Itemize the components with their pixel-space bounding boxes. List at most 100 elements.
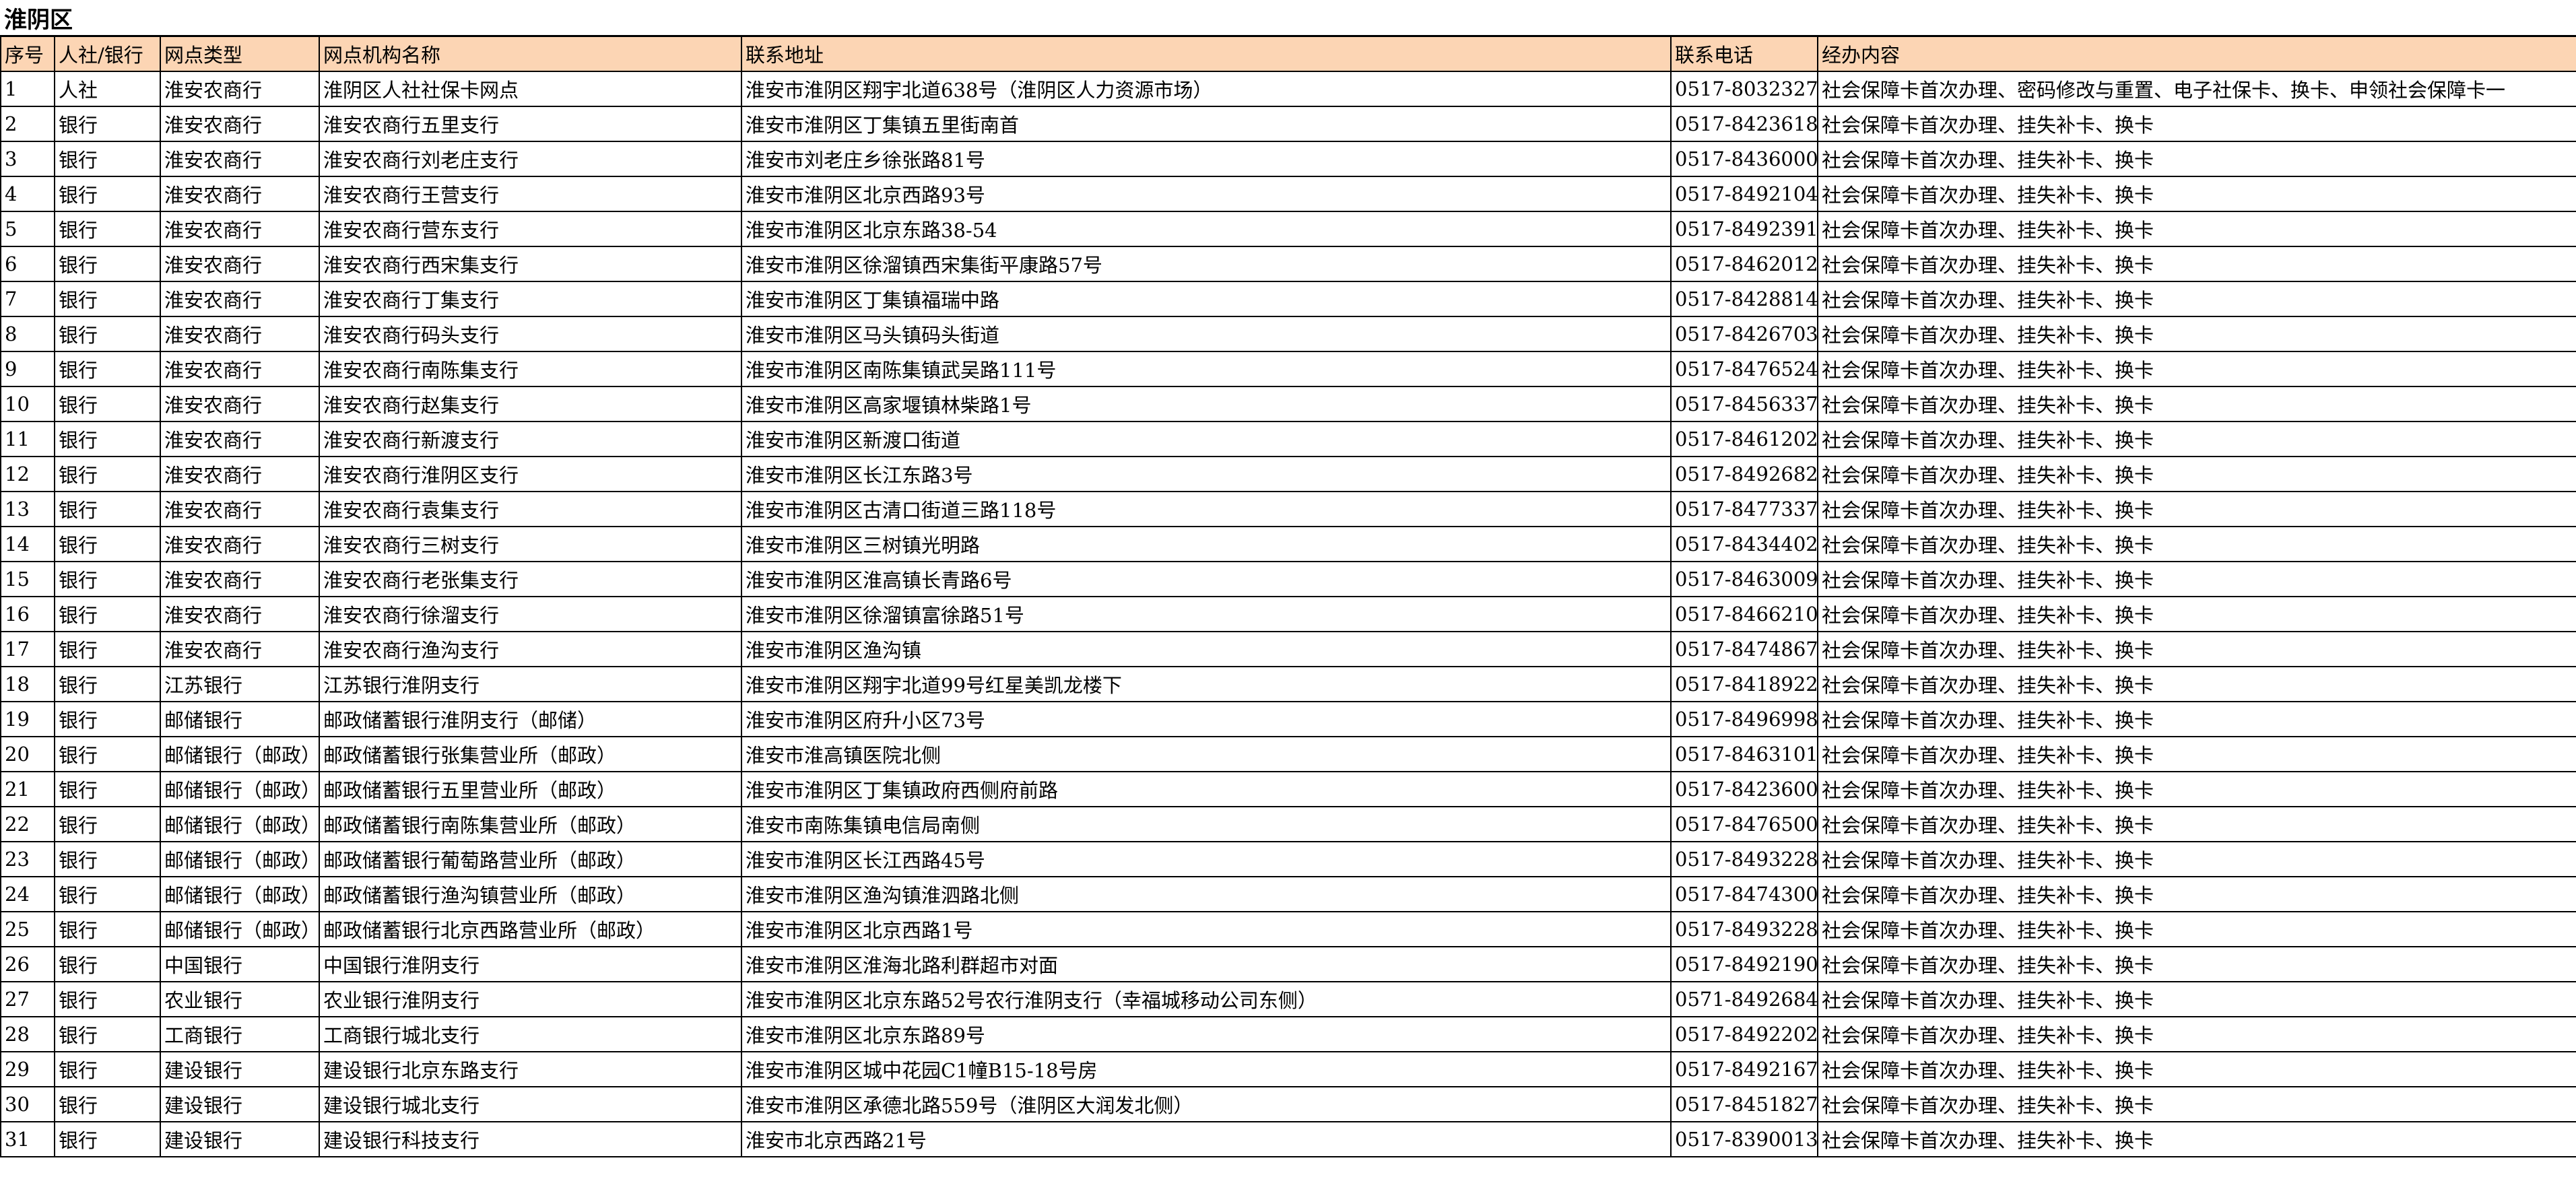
column-header-index[interactable]: 序号 bbox=[0, 36, 55, 72]
cell-category[interactable]: 银行 bbox=[54, 491, 161, 527]
cell-index[interactable]: 30 bbox=[0, 1086, 55, 1122]
cell-category[interactable]: 银行 bbox=[54, 841, 161, 877]
cell-phone[interactable]: 0517-84921044 bbox=[1670, 176, 1818, 212]
cell-index[interactable]: 11 bbox=[0, 421, 55, 457]
cell-services[interactable]: 社会保障卡首次办理、挂失补卡、换卡 bbox=[1817, 491, 2576, 527]
cell-index[interactable]: 13 bbox=[0, 491, 55, 527]
cell-address[interactable]: 淮安市淮阴区渔沟镇淮泗路北侧 bbox=[741, 876, 1672, 912]
cell-index[interactable]: 1 bbox=[0, 71, 55, 107]
cell-category[interactable]: 银行 bbox=[54, 316, 161, 352]
cell-address[interactable]: 淮安市淮阴区徐溜镇富徐路51号 bbox=[741, 596, 1672, 632]
cell-services[interactable]: 社会保障卡首次办理、密码修改与重置、电子社保卡、换卡、申领社会保障卡一 bbox=[1817, 71, 2576, 107]
cell-institution-name[interactable]: 邮政储蓄银行张集营业所（邮政） bbox=[319, 736, 742, 772]
cell-institution-name[interactable]: 邮政储蓄银行渔沟镇营业所（邮政） bbox=[319, 876, 742, 912]
cell-services[interactable]: 社会保障卡首次办理、挂失补卡、换卡 bbox=[1817, 946, 2576, 982]
cell-services[interactable]: 社会保障卡首次办理、挂失补卡、换卡 bbox=[1817, 1051, 2576, 1087]
cell-phone[interactable]: 0517-80323273 bbox=[1670, 71, 1818, 107]
cell-index[interactable]: 3 bbox=[0, 141, 55, 177]
cell-outlet-type[interactable]: 淮安农商行 bbox=[160, 246, 320, 282]
cell-outlet-type[interactable]: 淮安农商行 bbox=[160, 316, 320, 352]
cell-category[interactable]: 银行 bbox=[54, 141, 161, 177]
cell-institution-name[interactable]: 淮安农商行王营支行 bbox=[319, 176, 742, 212]
cell-category[interactable]: 银行 bbox=[54, 771, 161, 807]
cell-services[interactable]: 社会保障卡首次办理、挂失补卡、换卡 bbox=[1817, 246, 2576, 282]
cell-outlet-type[interactable]: 淮安农商行 bbox=[160, 421, 320, 457]
cell-address[interactable]: 淮安市淮阴区承德北路559号（淮阴区大润发北侧） bbox=[741, 1086, 1672, 1122]
cell-outlet-type[interactable]: 淮安农商行 bbox=[160, 211, 320, 247]
cell-category[interactable]: 银行 bbox=[54, 561, 161, 597]
cell-institution-name[interactable]: 邮政储蓄银行葡萄路营业所（邮政） bbox=[319, 841, 742, 877]
cell-address[interactable]: 淮安市淮阴区丁集镇政府西侧府前路 bbox=[741, 771, 1672, 807]
cell-institution-name[interactable]: 淮安农商行营东支行 bbox=[319, 211, 742, 247]
cell-services[interactable]: 社会保障卡首次办理、挂失补卡、换卡 bbox=[1817, 386, 2576, 422]
cell-institution-name[interactable]: 建设银行北京东路支行 bbox=[319, 1051, 742, 1087]
cell-category[interactable]: 银行 bbox=[54, 1121, 161, 1157]
cell-outlet-type[interactable]: 邮储银行（邮政） bbox=[160, 806, 320, 842]
cell-services[interactable]: 社会保障卡首次办理、挂失补卡、换卡 bbox=[1817, 561, 2576, 597]
cell-institution-name[interactable]: 建设银行科技支行 bbox=[319, 1121, 742, 1157]
cell-category[interactable]: 银行 bbox=[54, 106, 161, 142]
cell-services[interactable]: 社会保障卡首次办理、挂失补卡、换卡 bbox=[1817, 176, 2576, 212]
cell-services[interactable]: 社会保障卡首次办理、挂失补卡、换卡 bbox=[1817, 911, 2576, 947]
cell-category[interactable]: 银行 bbox=[54, 981, 161, 1017]
cell-phone[interactable]: 0517-84969982 bbox=[1670, 701, 1818, 737]
cell-address[interactable]: 淮安市淮阴区南陈集镇武吴路111号 bbox=[741, 351, 1672, 387]
cell-services[interactable]: 社会保障卡首次办理、挂失补卡、换卡 bbox=[1817, 456, 2576, 492]
cell-phone[interactable]: 0517-84518278 bbox=[1670, 1086, 1818, 1122]
cell-index[interactable]: 5 bbox=[0, 211, 55, 247]
cell-outlet-type[interactable]: 邮储银行 bbox=[160, 701, 320, 737]
cell-category[interactable]: 银行 bbox=[54, 876, 161, 912]
cell-institution-name[interactable]: 淮安农商行老张集支行 bbox=[319, 561, 742, 597]
cell-services[interactable]: 社会保障卡首次办理、挂失补卡、换卡 bbox=[1817, 1121, 2576, 1157]
cell-phone[interactable]: 0517-84630097 bbox=[1670, 561, 1818, 597]
cell-index[interactable]: 25 bbox=[0, 911, 55, 947]
cell-address[interactable]: 淮安市淮阴区长江东路3号 bbox=[741, 456, 1672, 492]
cell-institution-name[interactable]: 邮政储蓄银行南陈集营业所（邮政） bbox=[319, 806, 742, 842]
cell-institution-name[interactable]: 邮政储蓄银行五里营业所（邮政） bbox=[319, 771, 742, 807]
cell-address[interactable]: 淮安市淮阴区长江西路45号 bbox=[741, 841, 1672, 877]
cell-outlet-type[interactable]: 建设银行 bbox=[160, 1121, 320, 1157]
cell-outlet-type[interactable]: 邮储银行（邮政） bbox=[160, 876, 320, 912]
cell-outlet-type[interactable]: 邮储银行（邮政） bbox=[160, 771, 320, 807]
cell-index[interactable]: 12 bbox=[0, 456, 55, 492]
cell-address[interactable]: 淮安市淮阴区翔宇北道638号（淮阴区人力资源市场） bbox=[741, 71, 1672, 107]
cell-category[interactable]: 银行 bbox=[54, 456, 161, 492]
cell-phone[interactable]: 0517-84773373 bbox=[1670, 491, 1818, 527]
cell-category[interactable]: 银行 bbox=[54, 246, 161, 282]
cell-address[interactable]: 淮安市淮阴区淮高镇长青路6号 bbox=[741, 561, 1672, 597]
cell-address[interactable]: 淮安市淮阴区古清口街道三路118号 bbox=[741, 491, 1672, 527]
cell-phone[interactable]: 0517-84189228 bbox=[1670, 666, 1818, 702]
cell-services[interactable]: 社会保障卡首次办理、挂失补卡、换卡 bbox=[1817, 211, 2576, 247]
column-header-address[interactable]: 联系地址 bbox=[741, 36, 1672, 72]
cell-index[interactable]: 14 bbox=[0, 526, 55, 562]
cell-services[interactable]: 社会保障卡首次办理、挂失补卡、换卡 bbox=[1817, 106, 2576, 142]
cell-phone[interactable]: 0517-84748678 bbox=[1670, 631, 1818, 667]
cell-address[interactable]: 淮安市淮阴区北京东路89号 bbox=[741, 1016, 1672, 1052]
cell-category[interactable]: 银行 bbox=[54, 806, 161, 842]
cell-institution-name[interactable]: 江苏银行淮阴支行 bbox=[319, 666, 742, 702]
cell-services[interactable]: 社会保障卡首次办理、挂失补卡、换卡 bbox=[1817, 1086, 2576, 1122]
cell-index[interactable]: 4 bbox=[0, 176, 55, 212]
cell-outlet-type[interactable]: 江苏银行 bbox=[160, 666, 320, 702]
cell-index[interactable]: 28 bbox=[0, 1016, 55, 1052]
cell-category[interactable]: 银行 bbox=[54, 911, 161, 947]
cell-institution-name[interactable]: 淮安农商行南陈集支行 bbox=[319, 351, 742, 387]
cell-category[interactable]: 银行 bbox=[54, 1086, 161, 1122]
cell-index[interactable]: 8 bbox=[0, 316, 55, 352]
cell-index[interactable]: 10 bbox=[0, 386, 55, 422]
cell-outlet-type[interactable]: 中国银行 bbox=[160, 946, 320, 982]
cell-category[interactable]: 银行 bbox=[54, 526, 161, 562]
cell-institution-name[interactable]: 淮安农商行赵集支行 bbox=[319, 386, 742, 422]
cell-index[interactable]: 22 bbox=[0, 806, 55, 842]
cell-index[interactable]: 23 bbox=[0, 841, 55, 877]
cell-address[interactable]: 淮安市南陈集镇电信局南侧 bbox=[741, 806, 1672, 842]
cell-institution-name[interactable]: 淮安农商行刘老庄支行 bbox=[319, 141, 742, 177]
cell-institution-name[interactable]: 邮政储蓄银行北京西路营业所（邮政） bbox=[319, 911, 742, 947]
cell-phone[interactable]: 0517-84765001 bbox=[1670, 806, 1818, 842]
cell-index[interactable]: 9 bbox=[0, 351, 55, 387]
column-header-phone[interactable]: 联系电话 bbox=[1670, 36, 1818, 72]
cell-index[interactable]: 18 bbox=[0, 666, 55, 702]
cell-outlet-type[interactable]: 邮储银行（邮政） bbox=[160, 841, 320, 877]
cell-services[interactable]: 社会保障卡首次办理、挂失补卡、换卡 bbox=[1817, 631, 2576, 667]
cell-outlet-type[interactable]: 淮安农商行 bbox=[160, 141, 320, 177]
